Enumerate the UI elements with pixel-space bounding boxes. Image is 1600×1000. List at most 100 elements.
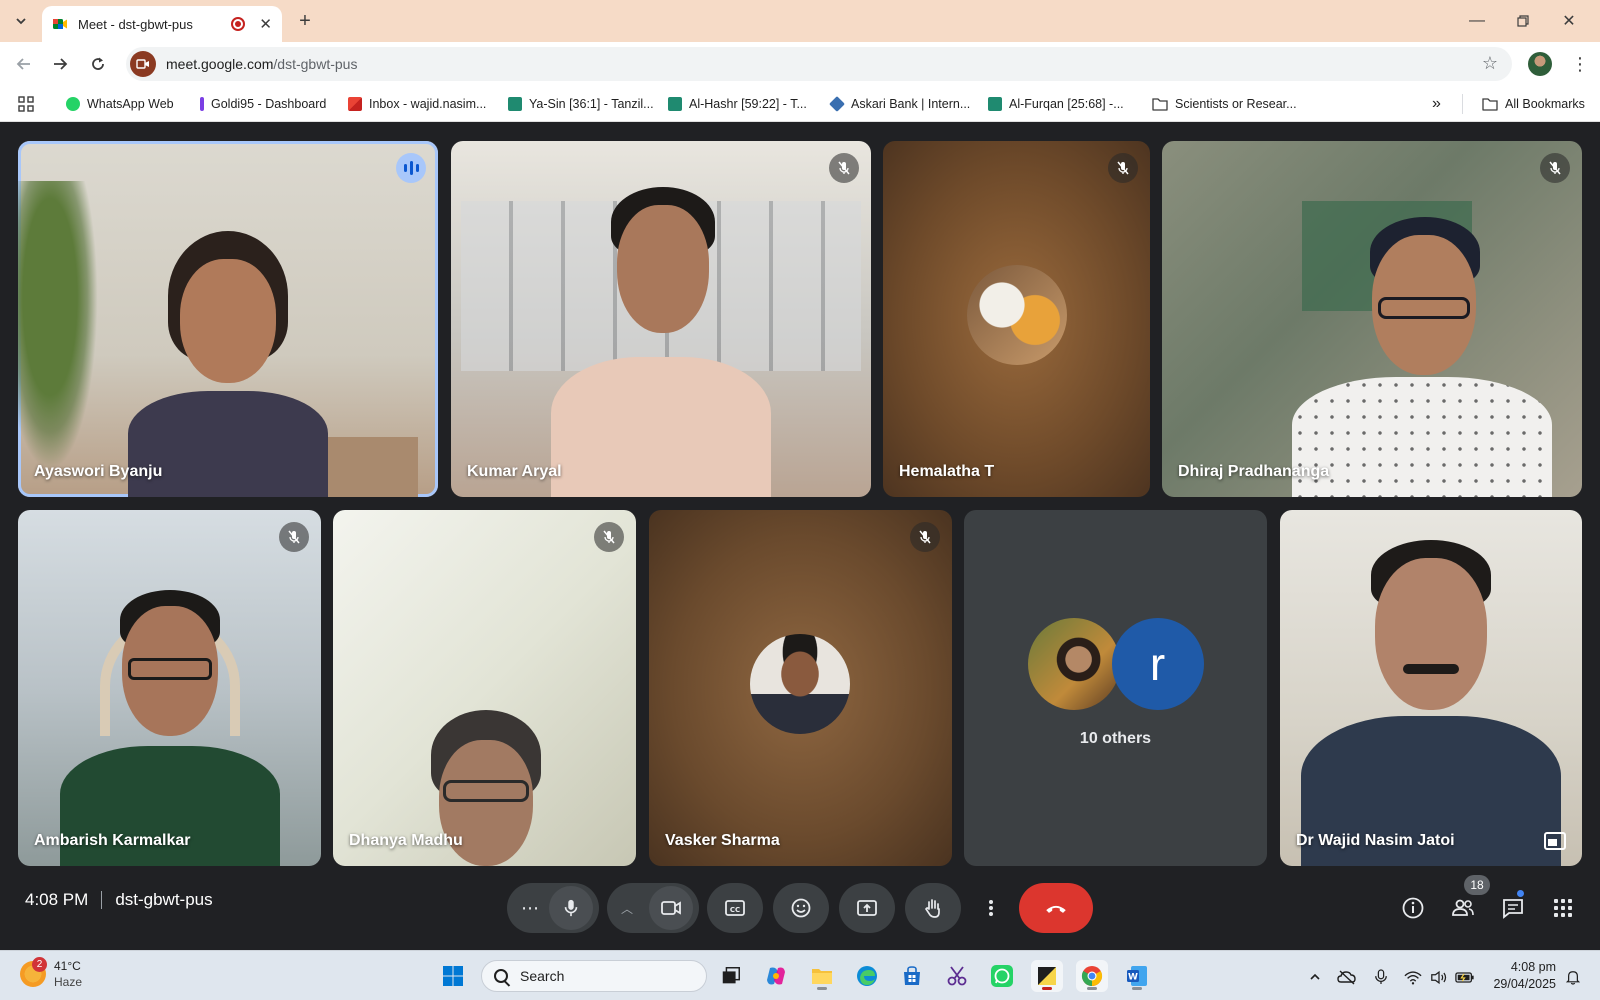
participant-name: Ayaswori Byanju	[34, 463, 163, 480]
participant-tile[interactable]: Hemalatha T	[883, 141, 1150, 497]
bookmark-gmail[interactable]: Inbox - wajid.nasim...	[348, 93, 486, 115]
microphone-button[interactable]	[549, 886, 593, 930]
reload-icon[interactable]	[84, 50, 112, 78]
participant-tile[interactable]: Ambarish Karmalkar	[18, 510, 321, 866]
all-bookmarks-button[interactable]: All Bookmarks	[1482, 93, 1585, 115]
new-tab-plus-icon[interactable]: +	[292, 8, 318, 34]
copilot-icon[interactable]	[760, 960, 792, 992]
address-bar[interactable]: meet.google.com/dst-gbwt-pus ☆	[126, 47, 1512, 81]
snipping-tool-icon[interactable]	[941, 960, 973, 992]
mic-off-icon	[594, 522, 624, 552]
people-button[interactable]	[1448, 893, 1478, 923]
folder-icon	[1482, 98, 1498, 111]
participant-name: Hemalatha T	[899, 463, 995, 480]
bookmark-askari-bank[interactable]: Askari Bank | Intern...	[829, 93, 970, 115]
bookmarks-divider	[1462, 94, 1463, 114]
bookmark-al-hashr[interactable]: Al-Hashr [59:22] - T...	[668, 93, 807, 115]
meeting-info: 4:08 PM dst-gbwt-pus	[25, 890, 213, 910]
task-view-icon[interactable]	[715, 960, 747, 992]
reactions-button[interactable]	[773, 883, 829, 933]
participant-tile[interactable]: Dhiraj Pradhananga	[1162, 141, 1582, 497]
meeting-details-button[interactable]	[1398, 893, 1428, 923]
taskbar-search[interactable]: Search	[481, 960, 707, 992]
forward-arrow-icon[interactable]	[46, 50, 74, 78]
others-tile[interactable]: r 10 others	[964, 510, 1267, 866]
word-icon[interactable]: W	[1121, 960, 1153, 992]
participant-name: Ambarish Karmalkar	[34, 832, 191, 849]
bookmark-goldi95[interactable]: Goldi95 - Dashboard	[200, 93, 326, 115]
chat-button[interactable]	[1498, 893, 1528, 923]
browser-menu-icon[interactable]: ⋮	[1566, 50, 1594, 78]
clock-date: 29/04/2025	[1493, 977, 1556, 991]
tab-close-icon[interactable]: ✕	[259, 15, 272, 33]
picture-in-picture-icon[interactable]	[1544, 832, 1566, 850]
participant-initial-avatar: r	[1111, 618, 1204, 710]
whatsapp-icon[interactable]	[986, 960, 1018, 992]
self-tile[interactable]: Dr Wajid Nasim Jatoi	[1280, 510, 1582, 866]
browser-tab-meet[interactable]: Meet - dst-gbwt-pus ✕	[42, 6, 282, 42]
captions-button[interactable]: CC	[707, 883, 763, 933]
participant-name: Vasker Sharma	[665, 832, 780, 849]
clock-time: 4:08 pm	[1510, 960, 1556, 974]
bookmark-whatsapp[interactable]: WhatsApp Web	[66, 93, 174, 115]
tab-search-chevron-icon[interactable]	[8, 8, 34, 34]
weather-condition: Haze	[54, 975, 83, 989]
bookmark-al-furqan[interactable]: Al-Furqan [25:68] -...	[988, 93, 1124, 115]
participant-tile[interactable]: Vasker Sharma	[649, 510, 952, 866]
windows-logo-icon	[443, 966, 463, 986]
profile-avatar[interactable]	[1528, 52, 1552, 76]
weather-widget[interactable]: 2 41°C Haze	[20, 957, 83, 990]
site-info-icon[interactable]	[130, 51, 156, 77]
bookmark-ya-sin[interactable]: Ya-Sin [36:1] - Tanzil...	[508, 93, 654, 115]
participant-tile[interactable]: Kumar Aryal	[451, 141, 871, 497]
microsoft-store-icon[interactable]	[896, 960, 928, 992]
folder-icon	[1152, 98, 1168, 111]
meet-favicon-icon	[53, 19, 67, 29]
bookmarks-bar: WhatsApp Web Goldi95 - Dashboard Inbox -…	[0, 86, 1600, 122]
info-icon	[1402, 897, 1424, 919]
bookmarks-overflow-chevron-icon[interactable]: »	[1432, 93, 1441, 115]
camera-button[interactable]	[649, 886, 693, 930]
svg-text:CC: CC	[730, 906, 740, 914]
more-options-button[interactable]	[971, 883, 1011, 933]
battery-icon[interactable]	[1454, 966, 1476, 988]
wifi-icon[interactable]	[1402, 966, 1424, 988]
video-options-chevron-icon[interactable]: ︿	[621, 900, 633, 917]
divider	[101, 891, 103, 909]
others-avatar-stack: r	[1027, 618, 1204, 710]
raise-hand-button[interactable]	[905, 883, 961, 933]
apps-grid-icon[interactable]	[18, 93, 34, 115]
audio-options-icon[interactable]: ⋯	[521, 898, 539, 919]
chrome-icon[interactable]	[1076, 960, 1108, 992]
file-explorer-icon[interactable]	[806, 960, 838, 992]
edge-browser-icon[interactable]	[851, 960, 883, 992]
search-icon	[494, 969, 508, 983]
weather-alert-badge: 2	[32, 957, 47, 972]
more-vert-icon	[989, 900, 993, 916]
back-arrow-icon[interactable]	[10, 50, 38, 78]
activities-button[interactable]	[1548, 893, 1578, 923]
start-button[interactable]	[437, 960, 469, 992]
volume-icon[interactable]	[1428, 966, 1450, 988]
microphone-in-use-icon[interactable]	[1370, 966, 1392, 988]
onedrive-offline-icon[interactable]	[1336, 966, 1358, 988]
mic-off-icon	[1108, 153, 1138, 183]
present-screen-button[interactable]	[839, 883, 895, 933]
show-hidden-icons-chevron-icon[interactable]	[1304, 966, 1326, 988]
participant-tile[interactable]: Dhanya Madhu	[333, 510, 636, 866]
mic-off-icon	[910, 522, 940, 552]
chat-unread-dot	[1516, 889, 1525, 898]
participant-tile[interactable]: Ayaswori Byanju	[18, 141, 438, 497]
participant-video	[50, 576, 290, 866]
system-clock[interactable]: 4:08 pm 29/04/2025	[1486, 959, 1556, 993]
bookmark-folder-scientists[interactable]: Scientists or Resear...	[1152, 93, 1297, 115]
sticky-notes-icon[interactable]	[1031, 960, 1063, 992]
tanzil-icon	[668, 97, 682, 111]
leave-call-button[interactable]	[1019, 883, 1093, 933]
window-close-icon[interactable]: ✕	[1546, 6, 1592, 36]
mic-off-icon	[829, 153, 859, 183]
minimize-icon[interactable]: —	[1454, 6, 1500, 36]
notifications-bell-icon[interactable]	[1562, 966, 1584, 988]
restore-icon[interactable]	[1500, 6, 1546, 36]
bookmark-star-icon[interactable]: ☆	[1482, 53, 1498, 74]
